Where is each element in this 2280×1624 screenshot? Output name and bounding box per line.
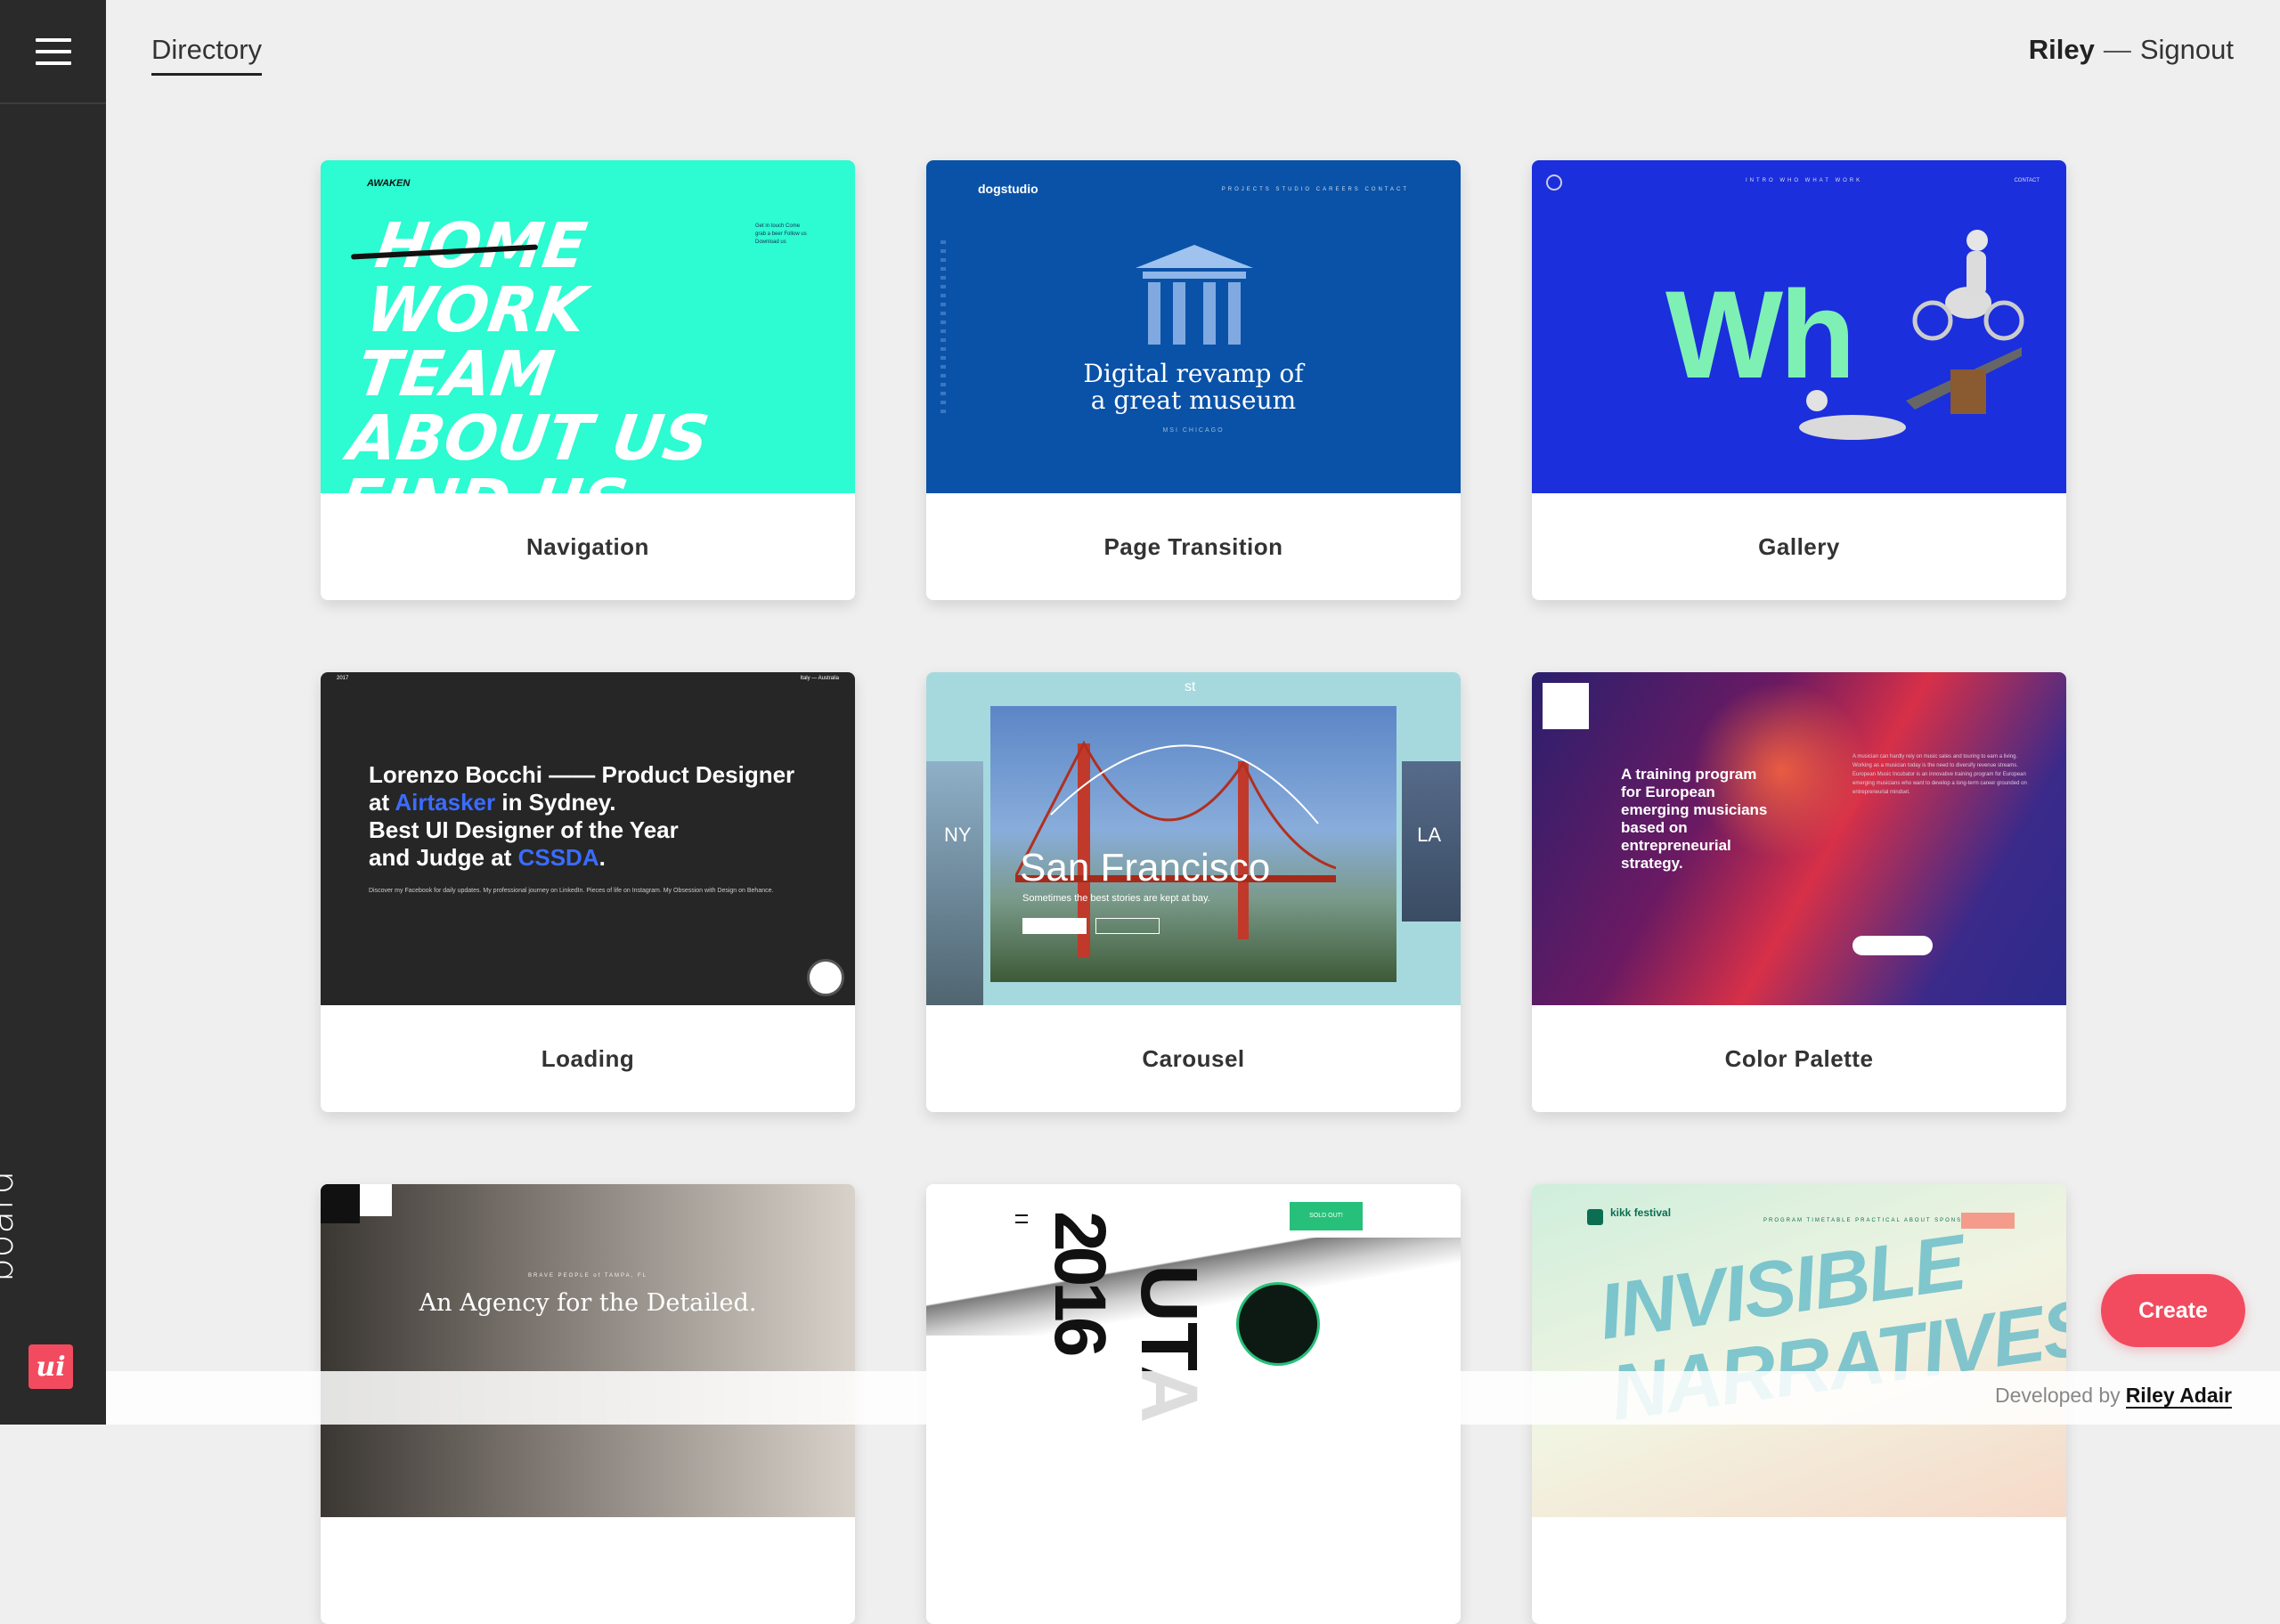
thumb-headline: Digital revamp of a great museum bbox=[1083, 359, 1304, 415]
thumb-logo: dogstudio bbox=[978, 182, 1038, 196]
card-thumbnail: NY LA st San Francisco Sometimes the bes… bbox=[926, 672, 1461, 1005]
thumb-logo bbox=[1543, 683, 1589, 729]
thumb-city: San Francisco bbox=[1020, 846, 1271, 889]
developer-credit: Developed by Riley Adair bbox=[1995, 1384, 2232, 1409]
thumb-nav: PROJECTS STUDIO CAREERS CONTACT bbox=[1221, 187, 1409, 192]
card-thumbnail: kikk festival PROGRAM TIMETABLE PRACTICA… bbox=[1532, 1184, 2066, 1517]
thumb-headline: Lorenzo Bocchi —— Product Designer at Ai… bbox=[369, 761, 795, 871]
thumb-logo: AWAKEN bbox=[367, 178, 411, 189]
award-badge-icon bbox=[807, 959, 844, 996]
card-thumbnail: 2017 Italy — Australia Lorenzo Bocchi ——… bbox=[321, 672, 855, 1005]
card-title: Carousel bbox=[1142, 1044, 1245, 1072]
create-button[interactable]: Create bbox=[2101, 1274, 2245, 1347]
thumb-location: Italy — Australia bbox=[800, 676, 839, 681]
thumb-logo-secondary bbox=[360, 1184, 392, 1216]
card-page-transition[interactable]: dogstudio PROJECTS STUDIO CAREERS CONTAC… bbox=[926, 160, 1461, 600]
thumb-button bbox=[1852, 936, 1933, 955]
signout-link[interactable]: Signout bbox=[2140, 34, 2234, 65]
card-title: Loading bbox=[541, 1044, 635, 1072]
card-color-palette[interactable]: A training program for European emerging… bbox=[1532, 672, 2066, 1112]
card-title: Navigation bbox=[526, 532, 649, 560]
thumb-body: A musician can hardly rely on music sale… bbox=[1852, 754, 2027, 795]
user-menu: Riley — Signout bbox=[2029, 34, 2234, 66]
card-thumbnail: 2016 UTA SOLD OUT! bbox=[926, 1184, 1461, 1517]
card-loading[interactable]: 2017 Italy — Australia Lorenzo Bocchi ——… bbox=[321, 672, 855, 1112]
thumb-headline: An Agency for the Detailed. bbox=[419, 1289, 757, 1317]
museum-icon bbox=[1136, 245, 1253, 345]
thumb-nav: INTRO WHO WHAT WORK bbox=[1746, 178, 1863, 183]
card-navigation[interactable]: AWAKEN HOME WORK TEAM ABOUT US FIND US G… bbox=[321, 160, 855, 600]
hamburger-icon bbox=[35, 37, 71, 65]
thumb-left-slide bbox=[926, 761, 983, 1005]
thumb-tagline: Sometimes the best stories are kept at b… bbox=[1022, 893, 1210, 904]
card-thumbnail: INTRO WHO WHAT WORK CONTACT Wh bbox=[1532, 160, 2066, 493]
card-title: Page Transition bbox=[1103, 532, 1283, 560]
thumb-logo bbox=[321, 1184, 360, 1223]
brand-wordmark: board bbox=[0, 1169, 21, 1282]
thumb-year: 2017 bbox=[337, 676, 349, 681]
thumb-badge-icon bbox=[1236, 1282, 1320, 1366]
sidebar: board ui bbox=[0, 0, 106, 1425]
card-title bbox=[1532, 1517, 2066, 1624]
brand-logo-icon: ui bbox=[28, 1344, 73, 1389]
thumb-right-city: LA bbox=[1417, 824, 1441, 846]
thumb-button bbox=[1095, 918, 1160, 934]
sculpture-icon bbox=[1799, 230, 2024, 440]
card-title bbox=[321, 1517, 855, 1624]
footer: Developed by Riley Adair bbox=[106, 1371, 2280, 1425]
thumb-contact: CONTACT bbox=[2014, 178, 2040, 183]
menu-icon bbox=[1015, 1214, 1028, 1223]
author-link[interactable]: Riley Adair bbox=[2125, 1384, 2232, 1409]
user-name[interactable]: Riley bbox=[2029, 34, 2095, 65]
thumb-button bbox=[1022, 918, 1087, 934]
card-thumbnail: A training program for European emerging… bbox=[1532, 672, 2066, 1005]
card-thumbnail: BRAVE PEOPLE of TAMPA, FL An Agency for … bbox=[321, 1184, 855, 1517]
card-gallery[interactable]: INTRO WHO WHAT WORK CONTACT Wh Gallery bbox=[1532, 160, 2066, 600]
card-thumbnail: AWAKEN HOME WORK TEAM ABOUT US FIND US G… bbox=[321, 160, 855, 493]
thumb-subtitle: MSI CHICAGO bbox=[1162, 427, 1225, 434]
thumb-logo-icon bbox=[1587, 1209, 1603, 1225]
developed-by-label: Developed by bbox=[1995, 1384, 2121, 1407]
thumb-kicker: BRAVE PEOPLE of TAMPA, FL bbox=[528, 1273, 647, 1279]
tab-directory[interactable]: Directory bbox=[151, 34, 263, 76]
thumb-small-text: Discover my Facebook for daily updates. … bbox=[369, 888, 774, 894]
thumb-logo: st bbox=[1185, 679, 1196, 694]
thumb-headline: A training program for European emerging… bbox=[1621, 766, 1768, 872]
card-title bbox=[926, 1517, 1461, 1624]
card-carousel[interactable]: NY LA st San Francisco Sometimes the bes… bbox=[926, 672, 1461, 1112]
card-title: Gallery bbox=[1758, 532, 1840, 560]
thumb-left-city: NY bbox=[944, 824, 972, 846]
thumb-logo-text: kikk festival bbox=[1610, 1206, 1672, 1219]
card-thumbnail: dogstudio PROJECTS STUDIO CAREERS CONTAC… bbox=[926, 160, 1461, 493]
menu-button[interactable] bbox=[0, 0, 106, 104]
user-separator: — bbox=[2103, 34, 2131, 65]
card-title: Color Palette bbox=[1724, 1044, 1874, 1072]
thumb-sold-out: SOLD OUT! bbox=[1290, 1202, 1363, 1230]
thumb-logo-icon bbox=[1546, 175, 1562, 191]
thumb-year: 2016 bbox=[1039, 1211, 1120, 1352]
thumb-side-text: Get in touch Come grab a beer Follow us … bbox=[755, 223, 807, 245]
